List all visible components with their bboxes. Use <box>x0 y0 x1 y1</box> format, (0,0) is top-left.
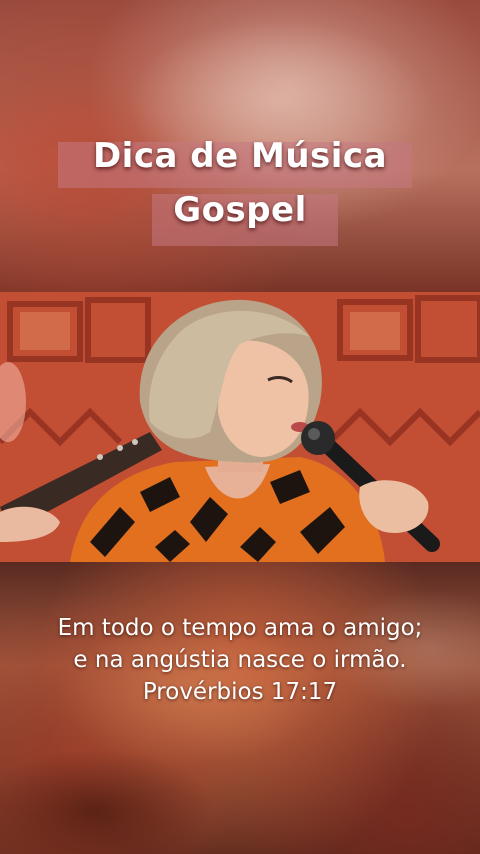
title-line-1: Dica de Música <box>92 136 388 176</box>
singer-video-still <box>0 292 480 562</box>
verse-line-1: Em todo o tempo ama o amigo; <box>57 615 423 641</box>
video-frame[interactable] <box>0 292 480 562</box>
blurred-background-bottom <box>0 562 480 854</box>
verse-line-2: e na angústia nasce o irmão. <box>73 647 407 673</box>
story-screen: Dica de Música Gospel Em todo o tempo am… <box>0 0 480 854</box>
bible-verse: Em todo o tempo ama o amigo; e na angúst… <box>0 612 480 708</box>
title-block: Dica de Música Gospel <box>0 128 480 248</box>
verse-reference: Provérbios 17:17 <box>142 679 338 705</box>
title-line-2: Gospel <box>173 190 307 230</box>
